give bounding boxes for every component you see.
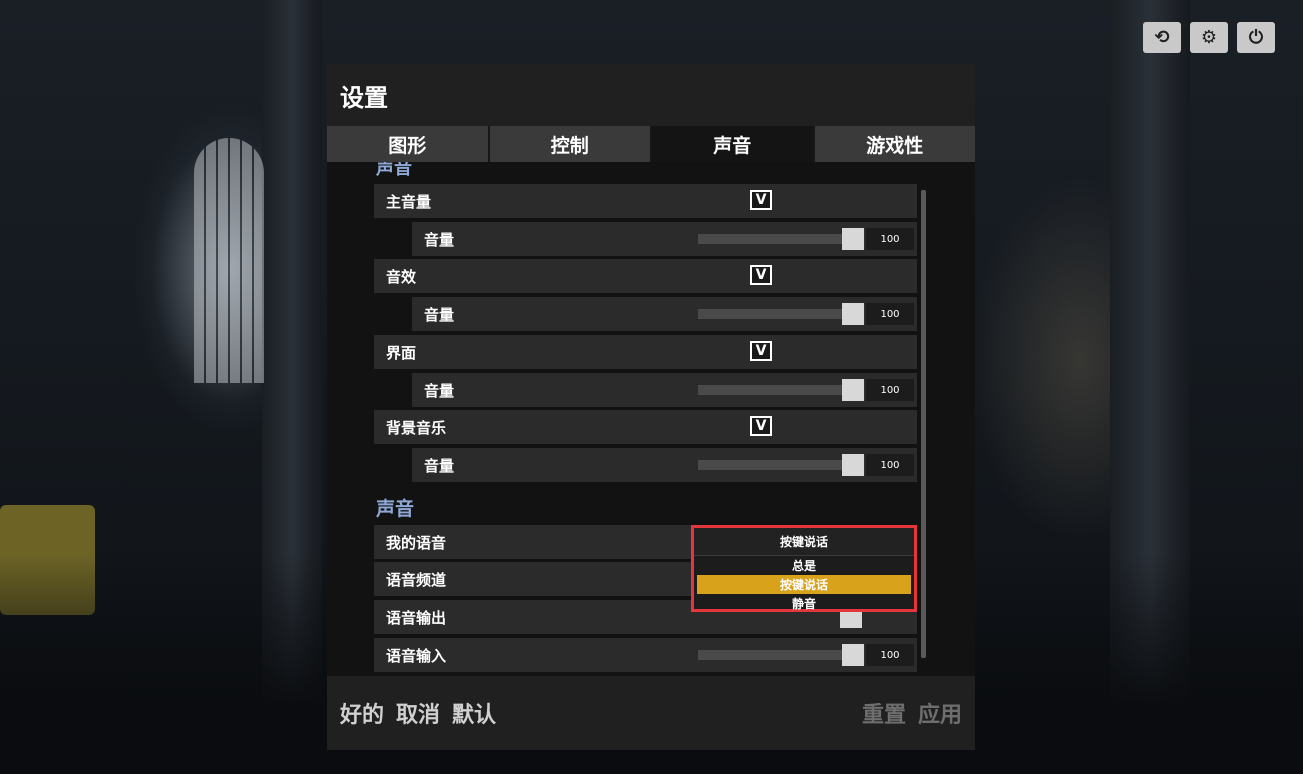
dropdown-selected-value[interactable]: 按键说话 bbox=[694, 528, 914, 556]
volume-slider-thumb[interactable] bbox=[842, 379, 864, 401]
page-title: 设置 bbox=[340, 83, 388, 112]
sfx-checkbox[interactable]: V bbox=[750, 265, 772, 285]
footer-left-actions: 好的 取消 默认 bbox=[340, 697, 496, 729]
interface-row: 界面 V bbox=[374, 335, 917, 369]
section-header-sound-partial: 声音 bbox=[376, 162, 412, 179]
content-scrollbar[interactable] bbox=[921, 190, 926, 658]
sfx-label: 音效 bbox=[386, 267, 417, 286]
master-volume-slider-row: 音量 100 bbox=[412, 222, 917, 256]
interface-slider-row: 音量 100 bbox=[412, 373, 917, 407]
volume-slider-thumb[interactable] bbox=[842, 303, 864, 325]
dropdown-option-push-to-talk[interactable]: 按键说话 bbox=[697, 575, 911, 594]
gear-icon: ⚙ bbox=[1200, 27, 1218, 48]
volume-value: 100 bbox=[866, 228, 914, 250]
volume-value: 100 bbox=[866, 454, 914, 476]
volume-value: 100 bbox=[866, 303, 914, 325]
voice-input-row: 语音输入 100 bbox=[374, 638, 917, 672]
panel-footer: 好的 取消 默认 重置 应用 bbox=[327, 676, 975, 750]
tab-controls[interactable]: 控制 bbox=[489, 126, 652, 162]
volume-slider-track[interactable] bbox=[698, 650, 848, 660]
settings-button[interactable]: ⚙ bbox=[1190, 22, 1228, 53]
music-label: 背景音乐 bbox=[386, 418, 447, 437]
master-volume-label: 主音量 bbox=[386, 192, 432, 211]
music-row: 背景音乐 V bbox=[374, 410, 917, 444]
interface-label: 界面 bbox=[386, 343, 417, 362]
default-button[interactable]: 默认 bbox=[452, 697, 496, 729]
voice-channel-label: 语音频道 bbox=[386, 570, 447, 589]
tab-graphics[interactable]: 图形 bbox=[327, 126, 490, 162]
footer-right-actions: 重置 应用 bbox=[862, 697, 962, 729]
sfx-slider-row: 音量 100 bbox=[412, 297, 917, 331]
power-button[interactable]: ⏻ bbox=[1237, 22, 1275, 53]
music-checkbox[interactable]: V bbox=[750, 416, 772, 436]
volume-label: 音量 bbox=[424, 305, 455, 324]
arched-window bbox=[194, 138, 264, 383]
dropdown-option-always[interactable]: 总是 bbox=[697, 556, 911, 575]
voice-mode-dropdown[interactable]: 按键说话 总是 按键说话 静音 bbox=[691, 525, 917, 612]
volume-value: 100 bbox=[866, 379, 914, 401]
refresh-icon: ⟲ bbox=[1154, 27, 1170, 48]
section-header-voice: 声音 bbox=[376, 498, 415, 520]
tab-sound[interactable]: 声音 bbox=[652, 126, 815, 162]
voice-input-label: 语音输入 bbox=[386, 646, 447, 665]
settings-content[interactable]: 声音 主音量 V 音量 100 音效 V 音量 100 界面 V 音量 100 … bbox=[327, 162, 975, 734]
volume-slider-track[interactable] bbox=[698, 309, 848, 319]
tab-bar: 图形 控制 声音 游戏性 bbox=[327, 126, 975, 162]
volume-slider-track[interactable] bbox=[698, 460, 848, 470]
apply-button[interactable]: 应用 bbox=[918, 697, 962, 729]
power-icon: ⏻ bbox=[1248, 27, 1264, 48]
panel-header: 设置 bbox=[327, 64, 975, 126]
ok-button[interactable]: 好的 bbox=[340, 697, 384, 729]
volume-label: 音量 bbox=[424, 381, 455, 400]
refresh-button[interactable]: ⟲ bbox=[1143, 22, 1181, 53]
master-volume-row: 主音量 V bbox=[374, 184, 917, 218]
settings-panel: 设置 图形 控制 声音 游戏性 声音 主音量 V 音量 100 音效 V 音量 … bbox=[327, 64, 975, 750]
volume-slider-thumb[interactable] bbox=[842, 644, 864, 666]
volume-slider-track[interactable] bbox=[698, 234, 848, 244]
master-volume-checkbox[interactable]: V bbox=[750, 190, 772, 210]
my-voice-label: 我的语音 bbox=[386, 533, 447, 552]
volume-slider-track[interactable] bbox=[698, 385, 848, 395]
volume-label: 音量 bbox=[424, 230, 455, 249]
tab-gameplay[interactable]: 游戏性 bbox=[814, 126, 975, 162]
sfx-row: 音效 V bbox=[374, 259, 917, 293]
volume-label: 音量 bbox=[424, 456, 455, 475]
volume-slider-thumb[interactable] bbox=[842, 228, 864, 250]
music-slider-row: 音量 100 bbox=[412, 448, 917, 482]
volume-value: 100 bbox=[866, 644, 914, 666]
interface-checkbox[interactable]: V bbox=[750, 341, 772, 361]
voice-output-label: 语音输出 bbox=[386, 608, 447, 627]
top-right-controls: ⟲ ⚙ ⏻ bbox=[1143, 22, 1275, 53]
dropdown-option-mute[interactable]: 静音 bbox=[697, 594, 911, 613]
volume-slider-thumb[interactable] bbox=[842, 454, 864, 476]
reset-button[interactable]: 重置 bbox=[862, 697, 906, 729]
cancel-button[interactable]: 取消 bbox=[396, 697, 440, 729]
